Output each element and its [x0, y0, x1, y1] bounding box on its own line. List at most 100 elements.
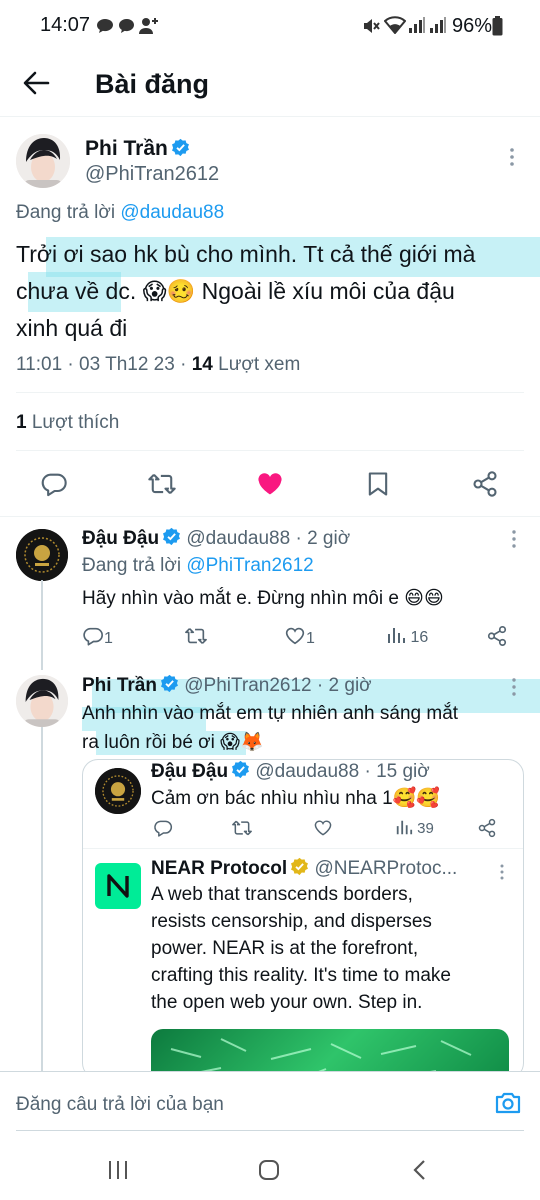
arrow-left-icon [23, 71, 50, 95]
nested-author-name: NEAR Protocol [151, 858, 288, 879]
nested-text-line: A web that transcends borders, [151, 884, 413, 905]
like-button[interactable] [313, 818, 333, 838]
reply-author-handle[interactable]: @PhiTran2612 [184, 675, 311, 696]
share-icon [487, 626, 507, 646]
reply-text: Hãy nhìn vào mắt e. Đừng nhìn môi e 😄😄 [82, 588, 444, 609]
nested-post[interactable]: NEAR Protocol @NEARProtoc... A web that … [83, 849, 523, 1078]
signal-icon [429, 16, 447, 34]
bookmark-button[interactable] [364, 470, 392, 498]
page-title: Bài đăng [95, 69, 210, 99]
views-count: 14 [191, 354, 213, 375]
replying-to-link[interactable]: @daudau88 [120, 202, 224, 223]
repost-icon [232, 820, 252, 836]
more-vertical-icon [500, 864, 504, 880]
reply-button[interactable] [153, 818, 173, 838]
verified-badge-icon [232, 760, 250, 779]
likes-label[interactable]: Lượt thích [27, 412, 120, 433]
home-button[interactable] [258, 1159, 280, 1181]
recents-icon [109, 1161, 127, 1179]
post-text-line: chưa về dc. 😱🥴 Ngoài lề xíu môi của đậu [16, 278, 455, 304]
comment-icon [83, 627, 103, 646]
repost-button[interactable] [184, 625, 208, 647]
home-icon [259, 1160, 279, 1180]
verified-gold-badge-icon [291, 857, 309, 876]
camera-icon [495, 1092, 521, 1114]
reply-input[interactable]: Đăng câu trả lời của bạn [16, 1094, 224, 1116]
share-icon [478, 818, 496, 838]
post-action-bar [0, 452, 540, 516]
wifi-icon [384, 16, 406, 34]
post-text-line: xinh quá đi [16, 315, 128, 341]
share-button[interactable] [471, 470, 499, 498]
verified-badge-icon [163, 527, 181, 546]
reply-author-name[interactable]: Đậu Đậu [82, 528, 159, 549]
share-button[interactable] [477, 818, 497, 838]
add-person-icon [138, 16, 160, 36]
reply-text-line: Anh nhìn vào mắt em tự nhiên anh sáng mắ… [82, 703, 459, 724]
view-count: 39 [417, 820, 434, 837]
reply-button[interactable] [40, 470, 68, 498]
more-vertical-icon [512, 530, 516, 548]
camera-button[interactable] [494, 1090, 522, 1116]
reply-time: · 2 giờ [290, 528, 351, 549]
verified-badge-icon [171, 138, 189, 157]
post-text-line: Trởi ơi sao hk bù cho mình. Tt cả thế gi… [16, 241, 476, 267]
reply-author-handle[interactable]: @daudau88 [186, 528, 290, 549]
back-nav-button[interactable] [412, 1159, 428, 1181]
near-logo [95, 863, 141, 909]
back-button[interactable] [22, 69, 50, 97]
bookmark-icon [368, 472, 388, 496]
share-icon [473, 471, 497, 497]
quoted-post[interactable]: Đậu Đậu @daudau88 · 15 giờ Cảm ơn bác nh… [82, 759, 524, 1079]
reply-time: · 2 giờ [311, 675, 372, 696]
repost-button[interactable] [231, 818, 253, 838]
nested-text-line: power. NEAR is at the forefront, [151, 938, 419, 959]
reply-button[interactable]: 1 [82, 625, 113, 648]
chat-bubble-icon [118, 18, 135, 34]
replying-to-link[interactable]: @PhiTran2612 [186, 555, 313, 576]
mute-icon [362, 17, 380, 35]
repost-icon [148, 474, 176, 494]
share-button[interactable] [486, 625, 508, 647]
author-name[interactable]: Phi Trần [85, 137, 168, 160]
quoted-text: Cảm ơn bác nhìu nhìu nha 1🥰🥰 [151, 788, 440, 809]
replying-label: Đang trả lời [82, 555, 187, 576]
recents-button[interactable] [106, 1159, 130, 1181]
like-button[interactable] [256, 470, 284, 498]
system-nav-bar [0, 1140, 540, 1200]
repost-button[interactable] [147, 470, 177, 498]
views-chart-icon [388, 628, 405, 643]
quoted-time: · 15 giờ [359, 761, 430, 782]
reply-post[interactable]: Đậu Đậu @daudau88 · 2 giờ Đang trả lời @… [0, 517, 540, 663]
more-options-button[interactable] [508, 677, 520, 697]
views-chart-icon [396, 820, 413, 835]
nested-text-line: crafting this reality. It's time to make [151, 965, 451, 986]
likes-count[interactable]: 1 [16, 412, 27, 433]
reply-count: 1 [104, 630, 113, 647]
main-post: Phi Trần @PhiTran2612 Đang trả lời @daud… [0, 116, 540, 456]
views-label: Lượt xem [212, 354, 301, 375]
like-count: 1 [306, 630, 315, 647]
avatar[interactable] [16, 529, 68, 581]
comment-icon [154, 820, 173, 837]
header: Bài đăng [0, 52, 540, 116]
avatar[interactable] [16, 675, 68, 727]
author-handle[interactable]: @PhiTran2612 [85, 163, 219, 186]
quoted-author-handle: @daudau88 [255, 761, 360, 782]
more-options-button[interactable] [497, 863, 507, 881]
more-options-button[interactable] [506, 146, 518, 168]
reply-text-line: ra luôn rồi bé ơi 😱🦊 [82, 732, 264, 753]
chevron-left-icon [413, 1160, 425, 1180]
views-button[interactable]: 39 [395, 818, 434, 837]
avatar [95, 768, 141, 814]
comment-icon [41, 473, 67, 497]
more-options-button[interactable] [508, 529, 520, 549]
reply-post[interactable]: Phi Trần @PhiTran2612 · 2 giờ Anh nhìn v… [0, 663, 540, 1079]
views-button[interactable]: 16 [386, 625, 428, 647]
reply-author-name[interactable]: Phi Trần [82, 675, 157, 696]
quoted-author-name: Đậu Đậu [151, 761, 229, 782]
avatar[interactable] [16, 134, 70, 188]
reply-composer: Đăng câu trả lời của bạn [0, 1072, 540, 1132]
near-logo-icon [107, 874, 129, 898]
like-button[interactable]: 1 [284, 625, 315, 648]
